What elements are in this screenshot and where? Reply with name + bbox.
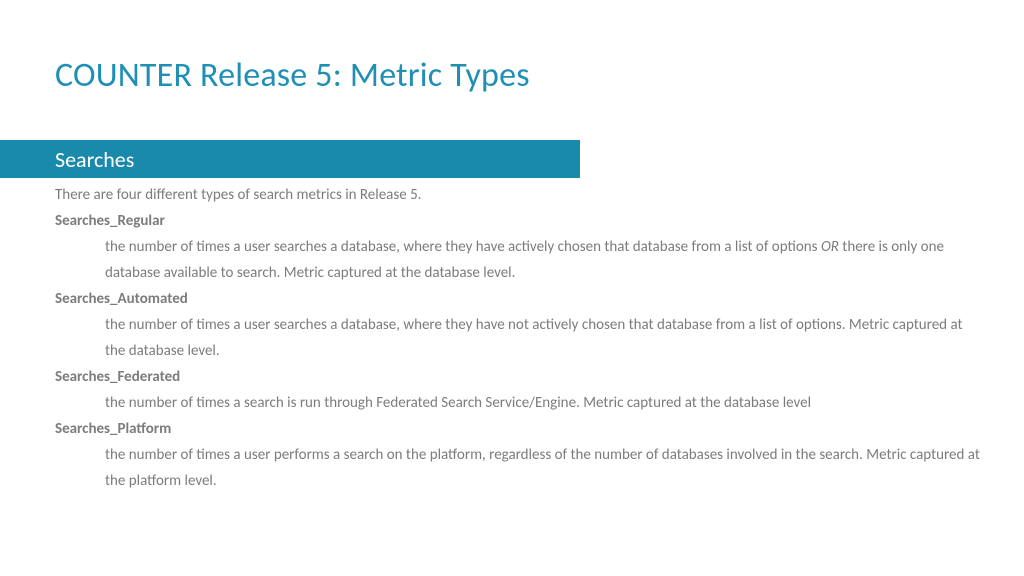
metric-desc: the number of times a user performs a se… [105,442,984,494]
intro-text: There are four different types of search… [55,182,984,208]
section-header-label: Searches [55,146,134,173]
metric-name: Searches_Automated [55,286,984,312]
metric-desc-italic: OR [821,238,839,256]
metric-desc-pre: the number of times a user searches a da… [105,238,821,256]
content-body: There are four different types of search… [55,182,984,494]
page-title: COUNTER Release 5: Metric Types [55,55,530,96]
metric-desc: the number of times a search is run thro… [105,390,984,416]
metric-desc: the number of times a user searches a da… [105,312,984,364]
metric-desc: the number of times a user searches a da… [105,234,984,286]
metric-name: Searches_Regular [55,208,984,234]
section-header-bar: Searches [0,140,580,178]
metric-name: Searches_Federated [55,364,984,390]
metric-name: Searches_Platform [55,416,984,442]
